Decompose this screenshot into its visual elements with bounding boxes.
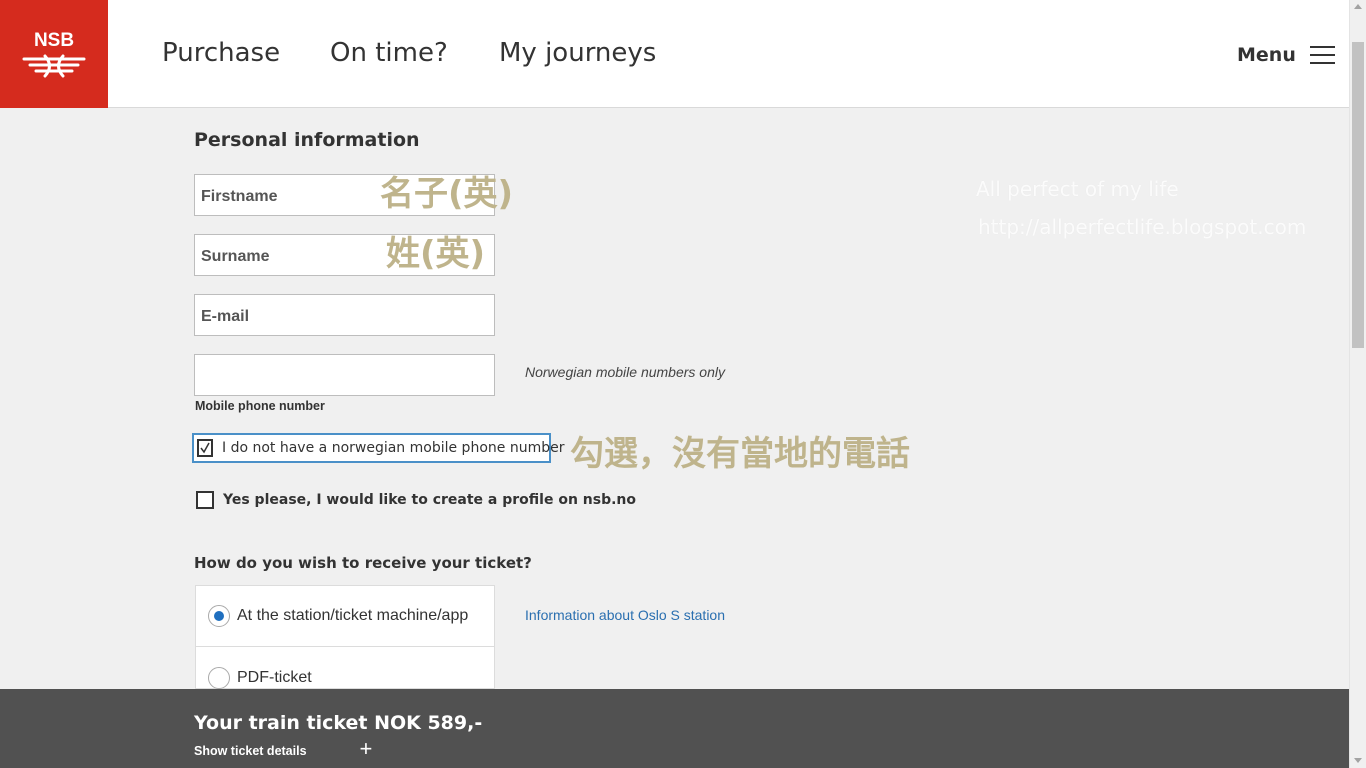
create-profile-checkbox-row[interactable]: Yes please, I would like to create a pro… [196,491,636,509]
menu-label: Menu [1237,44,1296,66]
create-profile-label: Yes please, I would like to create a pro… [223,492,637,508]
delivery-options: At the station/ticket machine/app PDF-ti… [195,585,495,689]
nav-purchase[interactable]: Purchase [162,38,280,68]
radio-unselected[interactable] [208,666,230,689]
nav-my-journeys[interactable]: My journeys [499,38,656,68]
nav-on-time[interactable]: On time? [330,38,448,68]
no-mobile-checkbox[interactable] [197,439,213,457]
ticket-summary-bar: Your train ticket NOK 589,- Show ticket … [0,689,1349,768]
delivery-option-label: At the station/ticket machine/app [237,607,469,624]
delivery-title: How do you wish to receive your ticket? [194,554,532,572]
watermark-title: All perfect of my life [976,177,1179,201]
section-title-personal-info: Personal information [194,129,420,151]
scroll-down-arrow-icon[interactable] [1354,758,1362,763]
delivery-option-label: PDF-ticket [237,668,312,686]
show-ticket-details-button[interactable]: Show ticket details + [194,736,373,761]
logo-text: NSB [33,29,75,51]
mobile-phone-field[interactable] [194,354,495,396]
radio-selected[interactable] [208,605,230,627]
phone-note: Norwegian mobile numbers only [525,364,725,380]
oslo-station-info-link[interactable]: Information about Oslo S station [525,607,725,623]
scroll-thumb[interactable] [1352,42,1364,348]
menu-button[interactable]: Menu [1237,44,1335,66]
site-header: NSB Purchase On time? My journeys Menu [0,0,1349,108]
ticket-price: Your train ticket NOK 589,- [194,712,483,734]
checkmark-icon [200,442,210,454]
show-details-label: Show ticket details [194,743,307,758]
mobile-phone-label: Mobile phone number [195,399,325,413]
delivery-option-station[interactable]: At the station/ticket machine/app [196,586,494,647]
page-scrollbar[interactable] [1349,0,1366,768]
no-mobile-label: I do not have a norwegian mobile phone n… [222,440,565,456]
scroll-up-arrow-icon[interactable] [1354,4,1362,9]
rail-logo-icon [22,54,86,77]
annotation-no-mobile: 勾選，沒有當地的電話 [570,434,910,474]
nsb-logo[interactable]: NSB [0,0,108,108]
annotation-surname: 姓(英) [386,234,486,274]
no-mobile-checkbox-row[interactable]: I do not have a norwegian mobile phone n… [192,433,564,463]
create-profile-checkbox[interactable] [196,491,214,509]
annotation-firstname: 名子(英) [380,174,514,214]
hamburger-icon [1309,46,1335,64]
watermark-url: http://allperfectlife.blogspot.com [978,215,1307,239]
plus-icon: + [359,736,373,761]
email-field[interactable]: E-mail [194,294,495,336]
